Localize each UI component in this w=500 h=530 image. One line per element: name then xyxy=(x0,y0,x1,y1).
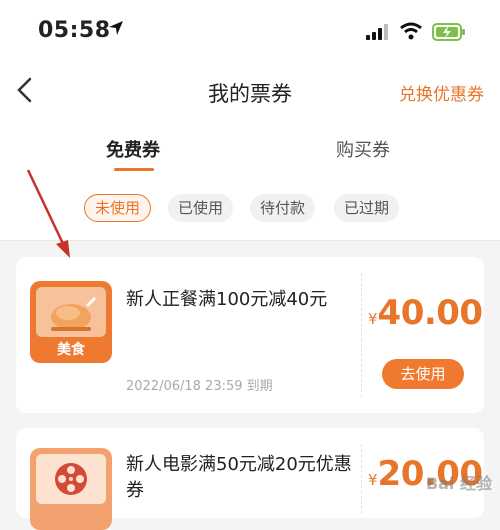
film-reel-icon xyxy=(55,463,87,495)
category-label: 美食 xyxy=(57,342,85,358)
signal-icon xyxy=(366,24,388,40)
battery-charging-icon xyxy=(432,23,465,41)
movie-coupon-thumbnail xyxy=(30,448,112,530)
coupon-card[interactable]: 新人电影满50元减20元优惠券 ¥20.00 xyxy=(16,428,484,530)
status-bar: 05:58 xyxy=(0,0,500,58)
coupon-amount: 40.00 xyxy=(377,293,484,333)
card-divider xyxy=(361,444,362,514)
status-time: 05:58 xyxy=(38,18,111,43)
use-coupon-button[interactable]: 去使用 xyxy=(382,359,464,389)
coupon-title: 新人电影满50元减20元优惠券 xyxy=(126,454,352,501)
nav-bar: 我的票券 兑换优惠券 xyxy=(0,66,500,114)
filter-unused[interactable]: 未使用 xyxy=(84,194,152,222)
filter-used[interactable]: 已使用 xyxy=(168,194,234,222)
card-divider xyxy=(361,273,362,397)
filter-expired[interactable]: 已过期 xyxy=(334,194,400,222)
redeem-coupon-link[interactable]: 兑换优惠券 xyxy=(399,80,484,105)
wifi-icon xyxy=(400,22,422,40)
currency-symbol: ¥ xyxy=(368,471,378,489)
roast-chicken-icon xyxy=(51,297,96,331)
location-arrow-icon xyxy=(109,21,123,35)
coupon-expiry: 2022/06/18 23:59 到期 xyxy=(126,379,273,394)
watermark: Bai 经验 xyxy=(425,474,492,493)
food-coupon-thumbnail: 美食 xyxy=(30,281,112,363)
currency-symbol: ¥ xyxy=(368,310,378,328)
section-divider xyxy=(0,240,500,241)
tab-free-coupons[interactable]: 免费券 xyxy=(106,136,160,162)
coupon-card[interactable]: 美食 新人正餐满100元减40元 2022/06/18 23:59 到期 ¥40… xyxy=(16,257,484,413)
tab-purchased-coupons[interactable]: 购买券 xyxy=(336,136,390,162)
coupon-title: 新人正餐满100元减40元 xyxy=(126,289,328,310)
active-tab-indicator xyxy=(114,168,154,171)
coupon-price: ¥40.00 xyxy=(368,293,483,333)
filter-pending-payment[interactable]: 待付款 xyxy=(250,194,316,222)
